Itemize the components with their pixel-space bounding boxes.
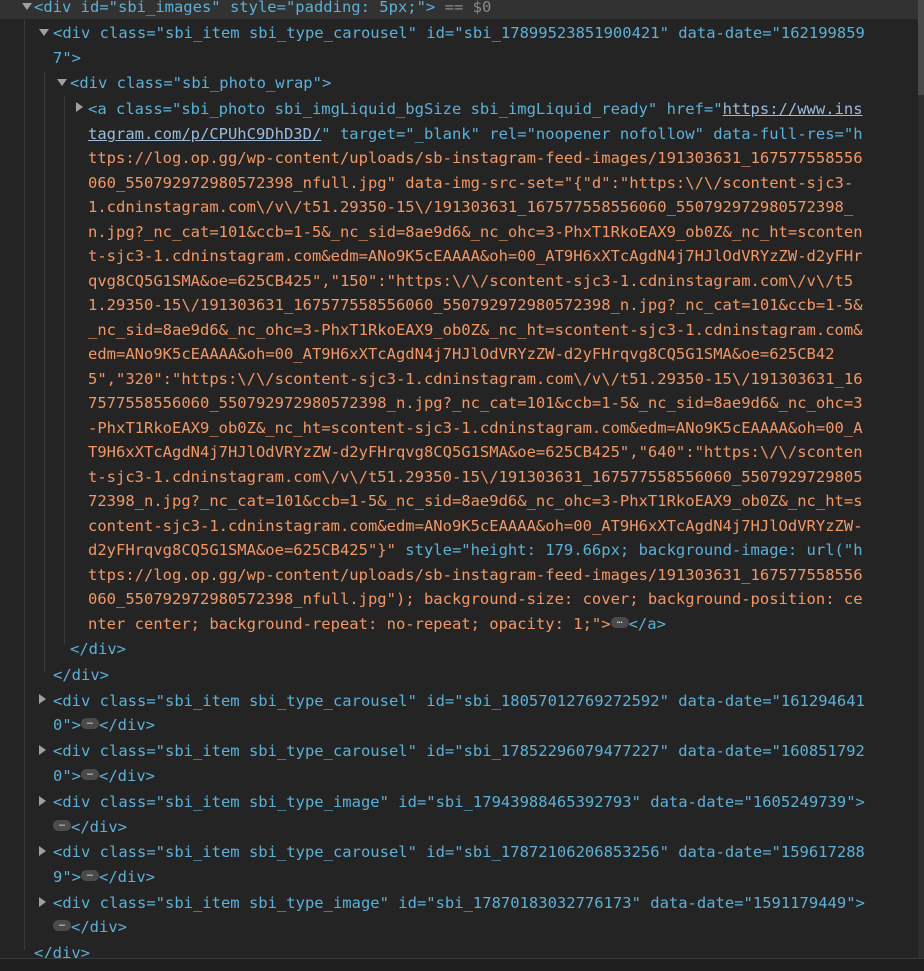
selected-marker: == $0 bbox=[435, 0, 492, 16]
expand-triangle-icon[interactable] bbox=[39, 745, 46, 755]
dom-node-photo-wrap[interactable]: <div class="sbi_photo_wrap"> bbox=[70, 71, 331, 96]
attr-value-line: n.jpg?_nc_cat=101&ccb=1-5&_nc_sid=8ae9d6… bbox=[88, 223, 863, 241]
href-link[interactable]: tagram.com/p/CPUhC9DhD3D/ bbox=[88, 125, 321, 143]
attr-value-line: 72398_n.jpg?_nc_cat=101&ccb=1-5&_nc_sid=… bbox=[88, 492, 863, 510]
collapse-triangle-icon[interactable] bbox=[57, 79, 67, 86]
attr-value-line: ttps://log.op.gg/wp-content/uploads/sb-i… bbox=[88, 566, 863, 584]
attr-value-line: 060_550792972980572398_nfull.jpg" data-i… bbox=[88, 174, 854, 192]
dom-node-sbi-images[interactable]: <div id="sbi_images" style="padding: 5px… bbox=[34, 0, 491, 20]
attr-text: " target="_blank" rel="noopener nofollow… bbox=[321, 125, 863, 143]
ellipsis-icon[interactable] bbox=[81, 870, 99, 881]
tag-text: <div class="sbi_item sbi_type_carousel" … bbox=[53, 843, 865, 861]
expand-triangle-icon[interactable] bbox=[39, 897, 46, 907]
attr-value-line: t-sjc3-1.cdninstagram.com&edm=ANo9K5cEAA… bbox=[88, 247, 863, 265]
dom-node-sbi-item[interactable]: <div class="sbi_item sbi_type_image" id=… bbox=[53, 790, 865, 815]
tag-text: <div class="sbi_item sbi_type_carousel" … bbox=[53, 742, 865, 760]
attr-value-line: 7577558556060_550792972980572398_n.jpg?_… bbox=[88, 394, 863, 412]
dom-node-sbi-item[interactable]: <div class="sbi_item sbi_type_carousel" … bbox=[53, 739, 865, 764]
dom-node-line: nter center; background-repeat: no-repea… bbox=[88, 612, 666, 637]
tag-text: <div class="sbi_item sbi_type_image" id=… bbox=[53, 793, 865, 811]
tag-text: </div> bbox=[99, 868, 155, 886]
tag-text: <div id="sbi_images" style="padding: 5px… bbox=[34, 0, 436, 16]
tag-text: </div> bbox=[99, 767, 155, 785]
dom-node-line: 0"> </div> bbox=[53, 713, 155, 738]
attr-value-line: content-sjc3-1.cdninstagram.com&edm=ANo9… bbox=[88, 517, 863, 535]
ellipsis-icon[interactable] bbox=[81, 718, 99, 729]
tag-text: </div> bbox=[99, 716, 155, 734]
scrollbar-thumb[interactable] bbox=[918, 0, 924, 95]
tag-text: </div> bbox=[71, 918, 127, 936]
tag-text: <a class="sbi_photo sbi_imgLiquid_bgSize… bbox=[88, 100, 723, 118]
attr-value-line: edm=ANo9K5cEAAAA&oh=00_AT9H6xXTcAgdN4j7H… bbox=[88, 345, 835, 363]
tag-text: <div class="sbi_photo_wrap"> bbox=[70, 74, 332, 92]
attr-value: d2yFHrqvg8CQ5G1SMA&oe=625CB425"}" bbox=[88, 541, 396, 559]
closing-tag: </div> bbox=[70, 640, 126, 658]
tag-text: <div class="sbi_item sbi_type_carousel" … bbox=[53, 24, 865, 42]
dom-node-line: 7"> bbox=[53, 46, 81, 71]
attr-value-line: t-sjc3-1.cdninstagram.com\/v\/t51.29350-… bbox=[88, 468, 863, 486]
closing-tag: </div> bbox=[53, 666, 109, 684]
ellipsis-icon[interactable] bbox=[53, 920, 71, 931]
expand-triangle-icon[interactable] bbox=[39, 694, 46, 704]
tag-text: 9"> bbox=[53, 868, 81, 886]
dom-node-sbi-item[interactable]: <div class="sbi_item sbi_type_image" id=… bbox=[53, 891, 865, 916]
dom-node-sbi-item[interactable]: <div class="sbi_item sbi_type_carousel" … bbox=[53, 21, 865, 46]
indent-guide bbox=[64, 96, 65, 644]
ellipsis-icon[interactable] bbox=[610, 617, 629, 628]
indent-guide bbox=[24, 20, 25, 950]
attr-value-line: qvg8CQ5G1SMA&oe=625CB425","150":"https:\… bbox=[88, 272, 854, 290]
collapse-triangle-icon[interactable] bbox=[22, 3, 32, 10]
horizontal-scrollbar[interactable] bbox=[0, 958, 924, 971]
attr-value-line: ttps://log.op.gg/wp-content/uploads/sb-i… bbox=[88, 149, 863, 167]
expand-triangle-icon[interactable] bbox=[39, 846, 46, 856]
ellipsis-icon[interactable] bbox=[53, 820, 71, 831]
elements-panel: <div id="sbi_images" style="padding: 5px… bbox=[0, 0, 924, 971]
attr-value-line: _nc_sid=8ae9d6&_nc_ohc=3-PhxT1RkoEAX9_ob… bbox=[88, 321, 863, 339]
expand-triangle-icon[interactable] bbox=[39, 796, 46, 806]
attr-text: style="height: 179.66px; background-imag… bbox=[395, 541, 863, 559]
tag-text: </div> bbox=[71, 818, 127, 836]
tag-text: 7"> bbox=[53, 49, 81, 67]
dom-node-line: </div> bbox=[53, 815, 127, 840]
tag-text: <div class="sbi_item sbi_type_image" id=… bbox=[53, 894, 865, 912]
dom-node-line: </div> bbox=[53, 915, 127, 940]
attr-value-line: -PhxT1RkoEAX9_ob0Z&_nc_ht=scontent-sjc3-… bbox=[88, 419, 863, 437]
attr-value-line: 5","320":"https:\/\/scontent-sjc3-1.cdni… bbox=[88, 370, 863, 388]
attr-value-line: T9H6xXTcAgdN4j7HJlOdVRYzZW-d2yFHrqvg8CQ5… bbox=[88, 443, 863, 461]
dom-node-sbi-item[interactable]: <div class="sbi_item sbi_type_carousel" … bbox=[53, 689, 865, 714]
attr-value-line: 060_550792972980572398_nfull.jpg"); back… bbox=[88, 590, 863, 608]
tag-text: <div class="sbi_item sbi_type_carousel" … bbox=[53, 692, 865, 710]
tag-text: 0"> bbox=[53, 767, 81, 785]
collapse-triangle-icon[interactable] bbox=[39, 29, 49, 36]
dom-node-anchor[interactable]: <a class="sbi_photo sbi_imgLiquid_bgSize… bbox=[88, 97, 863, 122]
dom-node-line: 0"> </div> bbox=[53, 764, 155, 789]
attr-value-line: 1.cdninstagram.com\/v\/t51.29350-15\/191… bbox=[88, 198, 854, 216]
ellipsis-icon[interactable] bbox=[81, 769, 99, 780]
indent-guide bbox=[44, 72, 45, 672]
attr-value: nter center; background-repeat: no-repea… bbox=[88, 615, 611, 633]
dom-node-sbi-item[interactable]: <div class="sbi_item sbi_type_carousel" … bbox=[53, 840, 865, 865]
href-link[interactable]: https://www.ins bbox=[723, 100, 863, 118]
expand-triangle-icon[interactable] bbox=[76, 102, 83, 112]
attr-value-line: 1.29350-15\/191303631_167577558556060_55… bbox=[88, 296, 863, 314]
tag-text: 0"> bbox=[53, 716, 81, 734]
dom-node-line: 9"> </div> bbox=[53, 865, 155, 890]
vertical-scrollbar[interactable] bbox=[918, 0, 924, 970]
dom-node-line: d2yFHrqvg8CQ5G1SMA&oe=625CB425"}" style=… bbox=[88, 538, 863, 563]
dom-node-line: tagram.com/p/CPUhC9DhD3D/" target="_blan… bbox=[88, 122, 863, 147]
tag-text: </a> bbox=[628, 615, 666, 633]
